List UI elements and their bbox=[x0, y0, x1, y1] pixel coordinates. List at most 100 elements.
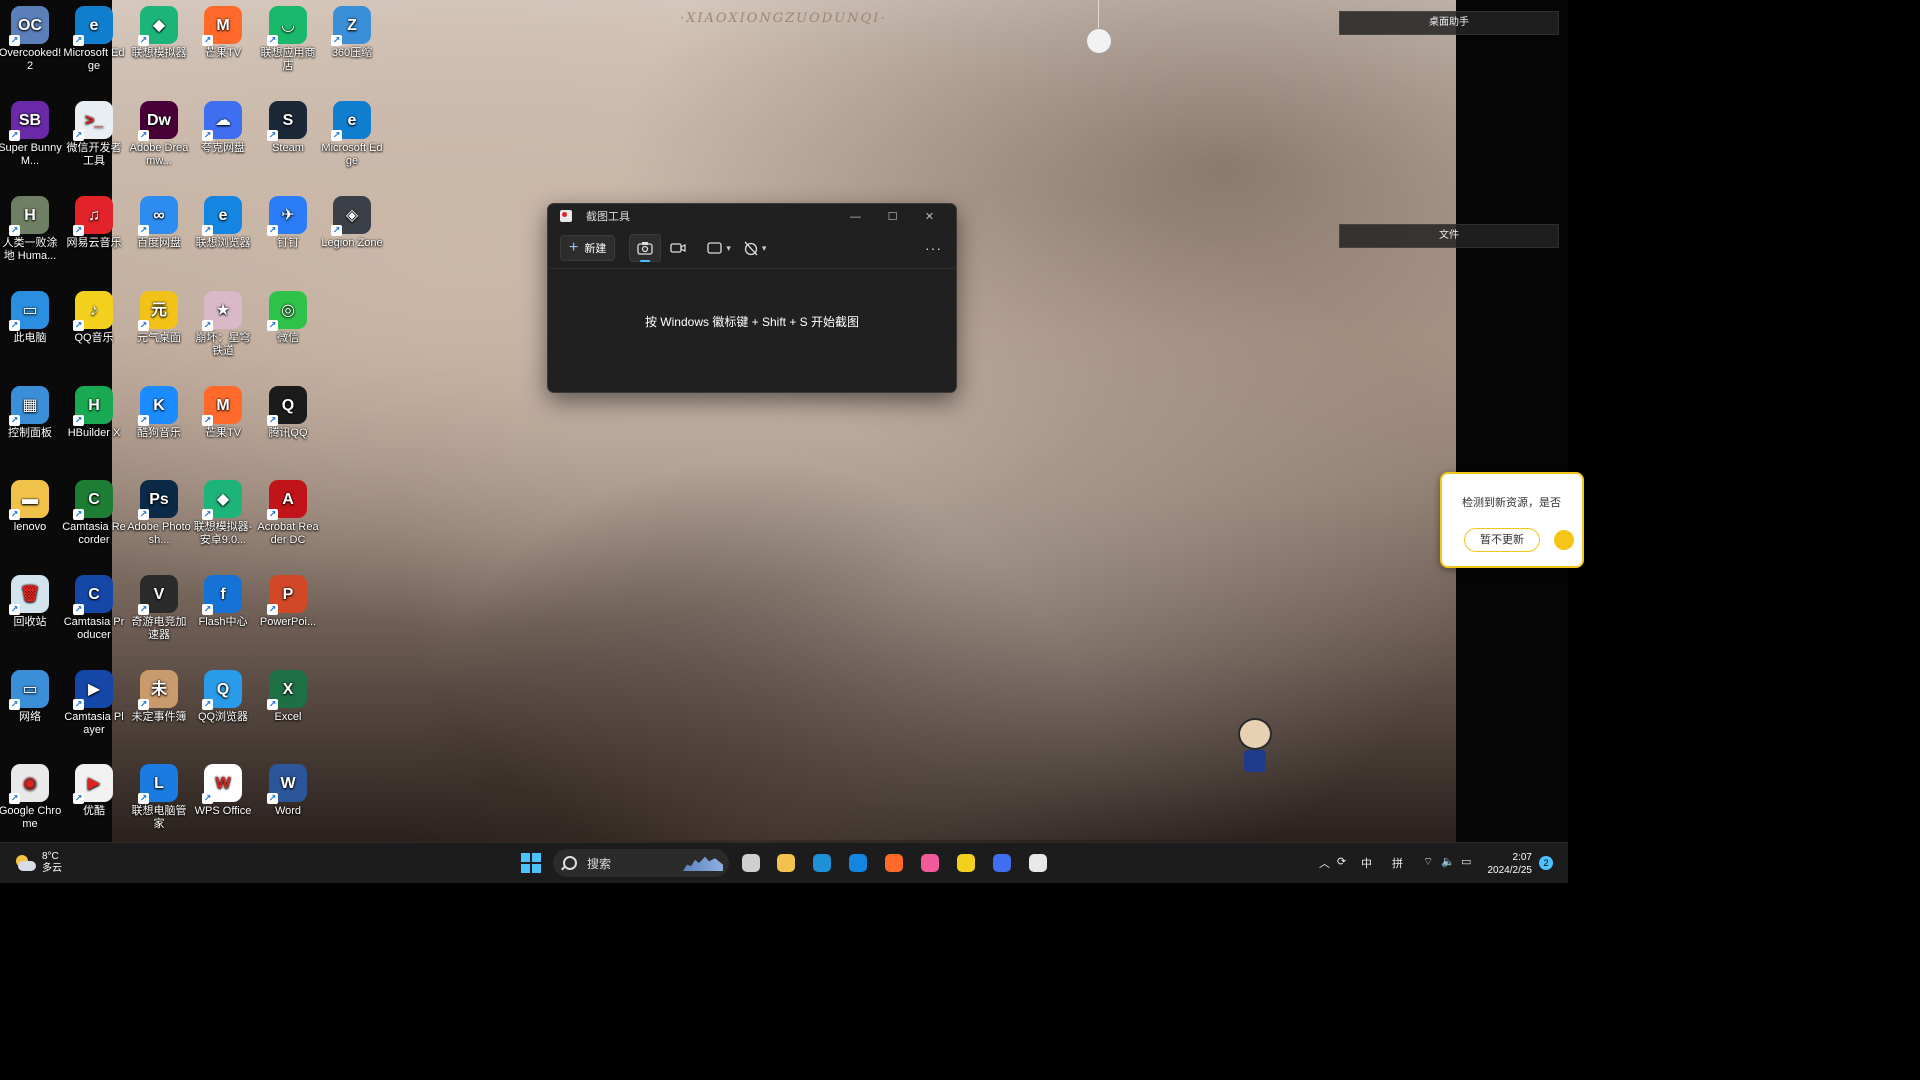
app-glyph: ★ bbox=[215, 301, 231, 319]
desktop-icon[interactable]: ▦ ↗ 控制面板 bbox=[0, 386, 62, 440]
desktop-icon-label: 联想模拟器 bbox=[131, 47, 187, 59]
desktop-icon[interactable]: ★ ↗ 崩坏：星穹铁道 bbox=[191, 291, 255, 358]
desktop-icon[interactable]: ▶ ↗ Camtasia Player bbox=[62, 670, 126, 737]
desktop-icon[interactable]: W ↗ WPS Office bbox=[191, 764, 255, 818]
cat-pendant-widget[interactable] bbox=[1086, 28, 1112, 54]
more-options-button[interactable]: ··· bbox=[925, 240, 942, 256]
desktop-icon[interactable]: 🗑 ↗ 回收站 bbox=[0, 575, 62, 629]
desktop-icon[interactable]: Z ↗ 360压缩 bbox=[320, 6, 384, 60]
battery-icon[interactable]: ▭ bbox=[1461, 855, 1471, 868]
desktop-icon[interactable]: ☁ ↗ 夸克网盘 bbox=[191, 101, 255, 155]
taskbar-task-view[interactable] bbox=[739, 851, 763, 875]
desktop-icon[interactable]: Q ↗ QQ浏览器 bbox=[191, 670, 255, 724]
maximize-button[interactable]: ☐ bbox=[874, 207, 911, 227]
desktop-icon[interactable]: V ↗ 奇游电竞加速器 bbox=[127, 575, 191, 642]
app-glyph: ◉ bbox=[23, 774, 37, 792]
desktop-icon[interactable]: Dw ↗ Adobe Dreamw... bbox=[127, 101, 191, 168]
wifi-icon[interactable]: ⌔ bbox=[1423, 855, 1433, 869]
video-mode-button[interactable] bbox=[663, 235, 693, 261]
desktop-icon[interactable]: ◈ ↗ Legion Zone bbox=[320, 196, 384, 250]
desktop-icon[interactable]: Ps ↗ Adobe Photosh... bbox=[127, 480, 191, 547]
desktop-icon[interactable]: X ↗ Excel bbox=[256, 670, 320, 724]
desktop-icon[interactable]: C ↗ Camtasia Recorder bbox=[62, 480, 126, 547]
minimize-button[interactable]: — bbox=[837, 207, 874, 227]
desktop-assistant-panel[interactable]: 桌面助手 bbox=[1339, 11, 1559, 35]
desktop-icon[interactable]: L ↗ 联想电脑管家 bbox=[127, 764, 191, 831]
desktop-icon[interactable]: K ↗ 酷狗音乐 bbox=[127, 386, 191, 440]
screenshot-mode-button[interactable] bbox=[629, 234, 662, 262]
volume-icon[interactable]: 🔈 bbox=[1441, 855, 1455, 868]
desktop-icon[interactable]: W ↗ Word bbox=[256, 764, 320, 818]
desktop-icon[interactable]: ◡ ↗ 联想应用商店 bbox=[256, 6, 320, 73]
desktop-icon[interactable]: f ↗ Flash中心 bbox=[191, 575, 255, 629]
taskbar-qq-music[interactable] bbox=[954, 851, 978, 875]
start-button[interactable] bbox=[519, 851, 543, 875]
desktop-icon[interactable]: ▬ ↗ lenovo bbox=[0, 480, 62, 534]
ime-language-indicator[interactable]: 中 bbox=[1361, 855, 1372, 871]
taskbar-edge[interactable] bbox=[810, 851, 834, 875]
files-panel[interactable]: 文件 bbox=[1339, 224, 1559, 248]
desktop-icon[interactable]: ∞ ↗ 百度网盘 bbox=[127, 196, 191, 250]
desktop-icon-label: Overcooked! 2 bbox=[0, 47, 62, 72]
desktop-icon-label: 联想应用商店 bbox=[260, 47, 316, 72]
sync-icon[interactable]: ⟳ bbox=[1337, 855, 1346, 868]
desktop-icon[interactable]: SB ↗ Super Bunny M... bbox=[0, 101, 62, 168]
taskbar-file-explorer[interactable] bbox=[774, 851, 798, 875]
desktop-icon[interactable]: OC ↗ Overcooked! 2 bbox=[0, 6, 62, 73]
taskbar-snipping-tool[interactable] bbox=[1026, 851, 1050, 875]
app-glyph: C bbox=[88, 585, 100, 603]
desktop-icon[interactable]: ♫ ↗ 网易云音乐 bbox=[62, 196, 126, 250]
desktop-icon[interactable]: ◎ ↗ 微信 bbox=[256, 291, 320, 345]
app-icon: >_ ↗ bbox=[73, 101, 113, 141]
desktop-icon[interactable]: e ↗ 联想浏览器 bbox=[191, 196, 255, 250]
taskbar-quark-pan[interactable] bbox=[990, 851, 1014, 875]
weather-widget[interactable]: 8°C 多云 bbox=[14, 851, 62, 875]
shortcut-arrow-icon: ↗ bbox=[267, 320, 278, 331]
shortcut-arrow-icon: ↗ bbox=[9, 320, 20, 331]
desktop-icon[interactable]: H ↗ 人类一败涂地 Huma... bbox=[0, 196, 62, 263]
new-snip-button[interactable]: + 新建 bbox=[560, 235, 616, 261]
desktop-icon[interactable]: 未 ↗ 未定事件簿 bbox=[127, 670, 191, 724]
confirm-update-button[interactable] bbox=[1554, 530, 1574, 550]
notification-count-badge[interactable]: 2 bbox=[1539, 856, 1553, 870]
desktop-icon[interactable]: Q ↗ 腾讯QQ bbox=[256, 386, 320, 440]
desktop-icon[interactable]: ◆ ↗ 联想模拟器 bbox=[127, 6, 191, 60]
taskbar-lenovo-browser[interactable] bbox=[846, 851, 870, 875]
close-button[interactable]: ✕ bbox=[911, 207, 948, 227]
desktop-icon[interactable]: 元 ↗ 元气桌面 bbox=[127, 291, 191, 345]
desktop-icon[interactable]: C ↗ Camtasia Producer bbox=[62, 575, 126, 642]
desktop-icon[interactable]: H ↗ HBuilder X bbox=[62, 386, 126, 440]
desktop-icon[interactable]: P ↗ PowerPoi... bbox=[256, 575, 320, 629]
snip-shape-dropdown[interactable]: ▾ bbox=[707, 242, 731, 254]
desktop-icon[interactable]: >_ ↗ 微信开发者工具 bbox=[62, 101, 126, 168]
desktop-icon[interactable]: ▭ ↗ 此电脑 bbox=[0, 291, 62, 345]
desktop-icon[interactable]: ▭ ↗ 网络 bbox=[0, 670, 62, 724]
desktop-icon[interactable]: ◆ ↗ 联想模拟器-安卓9.0... bbox=[191, 480, 255, 547]
desktop-icon[interactable]: ✈ ↗ 钉钉 bbox=[256, 196, 320, 250]
desktop-icon[interactable]: e ↗ Microsoft Edge bbox=[62, 6, 126, 73]
desktop-icon[interactable]: ▶ ↗ 优酷 bbox=[62, 764, 126, 818]
desktop-icon[interactable]: ◉ ↗ Google Chrome bbox=[0, 764, 62, 831]
desktop-icon[interactable]: e ↗ Microsoft Edge bbox=[320, 101, 384, 168]
app-glyph: H bbox=[88, 396, 100, 414]
desktop-icon[interactable]: M ↗ 芒果TV bbox=[191, 386, 255, 440]
desktop-icon-label: Flash中心 bbox=[198, 616, 248, 628]
system-clock[interactable]: 2:07 2024/2/25 bbox=[1484, 851, 1533, 877]
chevron-up-icon[interactable]: ︿ bbox=[1319, 855, 1330, 871]
snipping-tool-titlebar[interactable]: 截图工具 — ☐ ✕ bbox=[548, 204, 956, 228]
timer-off-icon bbox=[744, 241, 758, 256]
app-glyph: e bbox=[218, 206, 228, 224]
app-glyph: ▭ bbox=[22, 301, 38, 319]
delay-timer-dropdown[interactable]: ▾ bbox=[743, 240, 766, 256]
desktop-icon[interactable]: M ↗ 芒果TV bbox=[191, 6, 255, 60]
ime-mode-indicator[interactable]: 拼 bbox=[1392, 855, 1403, 871]
desktop-icon[interactable]: S ↗ Steam bbox=[256, 101, 320, 155]
shortcut-arrow-icon: ↗ bbox=[9, 225, 20, 236]
taskbar-search[interactable]: 搜索 bbox=[553, 849, 729, 877]
dismiss-update-button[interactable]: 暂不更新 bbox=[1464, 528, 1540, 552]
desktop-icon[interactable]: ♪ ↗ QQ音乐 bbox=[62, 291, 126, 345]
desktop-pet-mascot[interactable] bbox=[1238, 718, 1272, 772]
desktop-icon[interactable]: A ↗ Acrobat Reader DC bbox=[256, 480, 320, 547]
taskbar-youku[interactable] bbox=[918, 851, 942, 875]
taskbar-mango-tv[interactable] bbox=[882, 851, 906, 875]
